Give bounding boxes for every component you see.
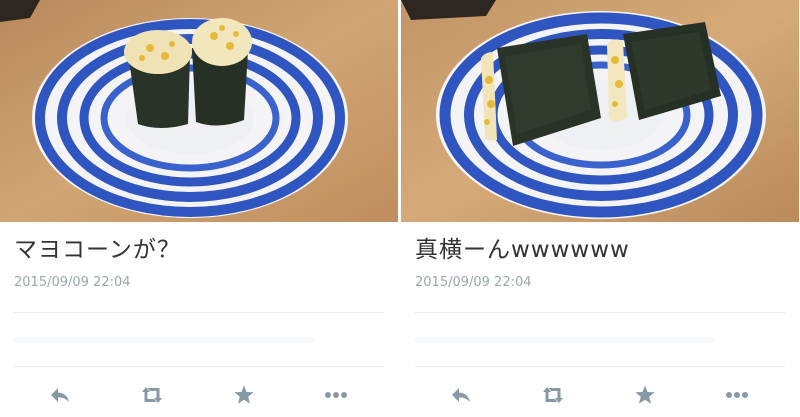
retweet-icon	[543, 387, 563, 403]
favorite-button[interactable]	[228, 382, 260, 408]
faded-stats-row	[14, 337, 314, 343]
reply-icon	[51, 388, 69, 402]
faded-stats-row	[415, 337, 715, 343]
more-button[interactable]	[320, 382, 352, 408]
divider	[415, 312, 785, 313]
more-icon	[325, 392, 347, 398]
sushi-photo-sideways[interactable]	[401, 0, 799, 222]
retweet-button[interactable]	[537, 382, 569, 408]
reply-button[interactable]	[445, 382, 477, 408]
reply-icon	[452, 388, 470, 402]
divider	[415, 366, 785, 367]
reply-button[interactable]	[44, 382, 76, 408]
sushi-photo-upright[interactable]	[0, 0, 398, 222]
retweet-button[interactable]	[136, 382, 168, 408]
tweet-timestamp[interactable]: 2015/09/09 22:04	[14, 275, 131, 290]
favorite-button[interactable]	[629, 382, 661, 408]
retweet-icon	[142, 387, 162, 403]
more-button[interactable]	[721, 382, 753, 408]
tweet-text: マヨコーンが？	[14, 237, 181, 263]
tweet-card-1: マヨコーンが？ 2015/09/09 22:04	[0, 0, 398, 417]
more-icon	[726, 392, 748, 398]
tweet-actions	[401, 378, 799, 412]
tweet-timestamp[interactable]: 2015/09/09 22:04	[415, 275, 532, 290]
divider	[14, 312, 384, 313]
tweet-text: 真横ーんwwwwww	[415, 237, 630, 263]
favorite-icon	[234, 385, 254, 404]
divider	[14, 366, 384, 367]
favorite-icon	[635, 385, 655, 404]
tweet-actions	[0, 378, 398, 412]
tweet-card-2: 真横ーんwwwwww 2015/09/09 22:04	[401, 0, 799, 417]
